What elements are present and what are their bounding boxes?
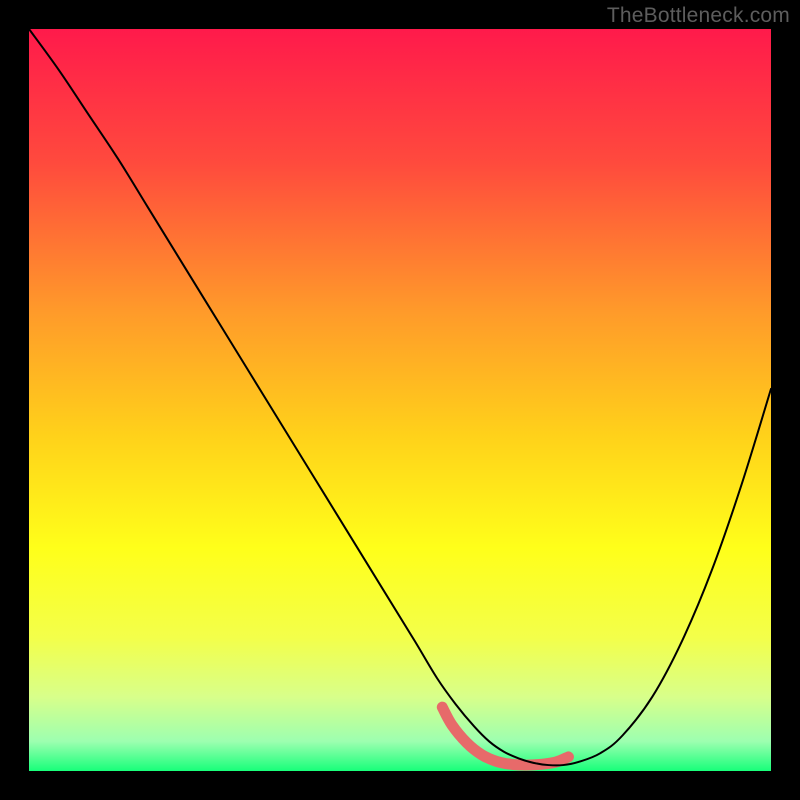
watermark-text: TheBottleneck.com — [607, 4, 790, 28]
flat-zone-highlight — [442, 707, 568, 765]
chart-frame: TheBottleneck.com — [0, 0, 800, 800]
bottleneck-curve — [29, 29, 771, 765]
curve-layer — [29, 29, 771, 771]
gradient-plot-area — [29, 29, 771, 771]
